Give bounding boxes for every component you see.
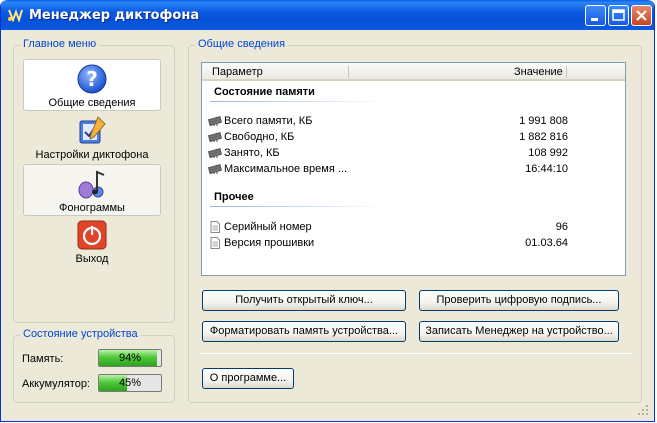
- memory-label: Память:: [22, 353, 64, 365]
- column-separator[interactable]: [348, 66, 349, 78]
- list-item[interactable]: Версия прошивки 01.03.64: [208, 236, 618, 252]
- document-icon: [210, 237, 220, 249]
- general-info-title: Общие сведения: [195, 38, 289, 50]
- nav-label-general-info: Общие сведения: [48, 97, 136, 109]
- nav-label-exit: Выход: [75, 253, 109, 265]
- resize-grip-icon[interactable]: [638, 405, 649, 416]
- nav-label-recorder-settings: Настройки диктофона: [35, 149, 149, 161]
- general-info-group: Общие сведения Параметр Значение Состоян…: [188, 38, 642, 403]
- memory-chip-icon: [208, 148, 222, 158]
- recorder-app-icon: [8, 9, 23, 22]
- battery-progress-bar: 45%: [98, 374, 162, 392]
- nav-item-recorder-settings[interactable]: Настройки диктофона: [23, 112, 161, 164]
- music-note-icon: [78, 170, 105, 199]
- close-icon: [636, 10, 647, 21]
- column-separator[interactable]: [566, 66, 567, 78]
- nav-item-recordings[interactable]: Фонограммы: [23, 164, 161, 216]
- group-divider: [210, 101, 388, 102]
- document-icon: [210, 221, 220, 233]
- title-bar[interactable]: Менеджер диктофона: [1, 0, 654, 30]
- param-name: Максимальное время ...: [224, 163, 348, 175]
- memory-chip-icon: [208, 164, 222, 174]
- param-value: 108 992: [528, 147, 568, 159]
- list-item[interactable]: Свободно, КБ 1 882 816: [208, 130, 618, 146]
- list-item[interactable]: Максимальное время ... 16:44:10: [208, 162, 618, 178]
- list-header: Параметр Значение: [202, 63, 625, 81]
- memory-chip-icon: [208, 116, 222, 126]
- app-window: Менеджер диктофона Главное меню ? Общие …: [0, 0, 655, 422]
- nav-label-recordings: Фонограммы: [59, 202, 125, 214]
- about-button[interactable]: О программе...: [202, 368, 294, 389]
- power-exit-icon: [77, 220, 107, 250]
- nav-item-exit[interactable]: Выход: [23, 216, 161, 268]
- battery-percent: 45%: [118, 377, 142, 389]
- column-header-value[interactable]: Значение: [514, 66, 563, 78]
- info-list-view[interactable]: Параметр Значение Состояние памяти Всего…: [201, 62, 626, 276]
- device-status-group: Состояние устройства Память: 94% Аккумул…: [13, 328, 175, 403]
- write-manager-button[interactable]: Записать Менеджер на устройство...: [419, 321, 619, 342]
- memory-progress-bar: 94%: [98, 349, 162, 367]
- get-public-key-button[interactable]: Получить открытый ключ...: [202, 290, 406, 311]
- param-value: 16:44:10: [525, 163, 568, 175]
- param-value: 1 991 808: [519, 115, 568, 127]
- main-menu-group: Главное меню ? Общие сведения Настройки …: [13, 38, 175, 323]
- memory-percent: 94%: [118, 352, 142, 364]
- svg-text:?: ?: [86, 67, 98, 91]
- help-question-icon: ?: [77, 64, 107, 94]
- minimize-button[interactable]: [585, 5, 606, 26]
- param-name: Свободно, КБ: [224, 131, 295, 143]
- device-status-title: Состояние устройства: [20, 328, 141, 340]
- verify-signature-button[interactable]: Проверить цифровую подпись...: [419, 290, 619, 311]
- group-divider: [210, 206, 388, 207]
- format-memory-button[interactable]: Форматировать память устройства...: [202, 321, 406, 342]
- group-header-other: Прочее: [214, 191, 254, 203]
- main-menu-title: Главное меню: [20, 38, 100, 50]
- client-area: Главное меню ? Общие сведения Настройки …: [4, 30, 651, 418]
- list-item[interactable]: Серийный номер 96: [208, 220, 618, 236]
- list-item[interactable]: Занято, КБ 108 992: [208, 146, 618, 162]
- maximize-button[interactable]: [608, 5, 629, 26]
- nav-item-general-info[interactable]: ? Общие сведения: [23, 59, 161, 111]
- param-name: Версия прошивки: [224, 237, 315, 249]
- param-value: 1 882 816: [519, 131, 568, 143]
- settings-pen-icon: [79, 116, 106, 144]
- close-button[interactable]: [631, 5, 652, 26]
- battery-label: Аккумулятор:: [22, 378, 90, 390]
- minimize-icon: [591, 18, 598, 21]
- window-title: Менеджер диктофона: [29, 8, 200, 23]
- param-name: Серийный номер: [224, 221, 312, 233]
- param-value: 01.03.64: [525, 237, 568, 249]
- memory-chip-icon: [208, 132, 222, 142]
- maximize-icon: [612, 9, 625, 21]
- column-header-param[interactable]: Параметр: [212, 66, 263, 78]
- separator-line: [201, 353, 631, 354]
- param-name: Занято, КБ: [224, 147, 280, 159]
- param-name: Всего памяти, КБ: [224, 115, 313, 127]
- group-header-memory: Состояние памяти: [214, 86, 315, 98]
- param-value: 96: [555, 221, 568, 233]
- list-item[interactable]: Всего памяти, КБ 1 991 808: [208, 114, 618, 130]
